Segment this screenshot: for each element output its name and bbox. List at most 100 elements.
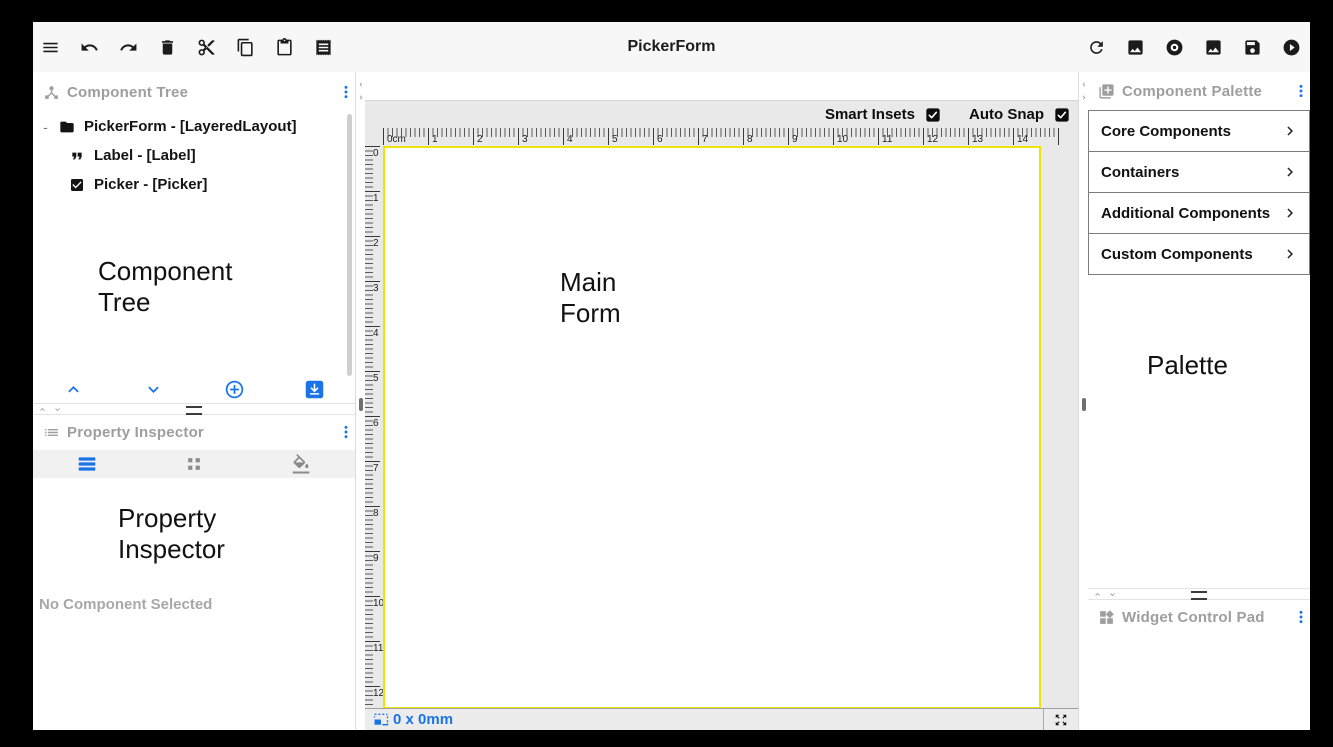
ruler-h-label: 9 [792,134,798,145]
splitter-grip[interactable] [359,398,363,411]
ruler-v-label: 9 [373,553,379,564]
smart-insets-checkbox[interactable] [925,107,941,123]
collapse-toggle[interactable]: - [41,119,50,135]
list-tab-icon[interactable] [77,454,97,474]
refresh-icon[interactable] [1087,38,1106,57]
palette-category-label: Containers [1089,164,1281,181]
fill-tab-icon[interactable] [291,454,311,474]
canvas-statusbar: 0 x 0mm [365,708,1078,730]
ruler-h-label: 8 [747,134,753,145]
size-select-icon [373,713,389,726]
ruler-h-label: 6 [657,134,663,145]
tree-item-label: Label - [Label] [94,147,196,164]
ruler-v-label: 4 [373,328,379,339]
component-tree-menu-dots-icon[interactable] [339,84,353,100]
palette-category-label: Custom Components [1089,246,1281,263]
palette-category-list: Core Components Containers Additional Co… [1088,110,1310,275]
ruler-v-label: 5 [373,373,379,384]
form-design-surface[interactable] [383,146,1041,709]
smart-insets-label: Smart Insets [825,106,915,123]
ruler-v-label: 8 [373,508,379,519]
redo-icon[interactable] [119,38,138,57]
chevron-right-icon [1281,122,1299,140]
tree-toolbar [33,377,355,401]
cut-icon[interactable] [197,38,216,57]
palette-category-label: Additional Components [1089,205,1281,222]
widgets-icon [1098,609,1115,626]
tree-row-picker[interactable]: Picker - [Picker] [33,170,349,199]
ruler-v-label: 7 [373,463,379,474]
palette-category-custom-components[interactable]: Custom Components [1088,233,1310,275]
ruler-h-label: 5 [612,134,618,145]
component-palette-menu-dots-icon[interactable] [1294,83,1308,99]
tree-scrollbar[interactable] [347,114,352,376]
folder-open-icon [59,119,75,135]
size-status-text: 0 x 0mm [393,711,453,728]
paste-icon[interactable] [275,38,294,57]
chevron-right-icon [1281,204,1299,222]
library-add-icon [1098,83,1115,100]
splitter-grip[interactable] [1082,398,1086,411]
expand-less-icon[interactable] [63,379,84,400]
palette-annotation: Palette [1147,350,1228,381]
left-panel: Component Tree - PickerForm - [LayeredLa… [33,72,355,730]
ruler-h-label: 0cm [387,134,406,145]
menu-icon[interactable] [41,38,60,57]
add-circle-icon[interactable] [224,379,245,400]
ruler-v-label: 0 [373,148,379,159]
ruler-h-label: 10 [837,134,848,145]
ruler-h-label: 11 [882,134,892,145]
ruler-v-label: 2 [373,238,379,249]
palette-category-containers[interactable]: Containers [1088,151,1310,193]
palette-category-core-components[interactable]: Core Components [1088,110,1310,152]
selection-size-status: 0 x 0mm [365,711,453,728]
ruler-h-label: 14 [1017,134,1028,145]
copy-icon[interactable] [236,38,255,57]
toolbar-left-group [41,22,333,72]
grid-tab-icon[interactable] [184,454,204,474]
import-icon[interactable] [304,379,325,400]
expand-more-icon[interactable] [143,379,164,400]
save-icon[interactable] [1243,38,1262,57]
palette-category-additional-components[interactable]: Additional Components [1088,192,1310,234]
horizontal-ruler: 0cm1234567891011121314 [383,128,1061,146]
component-palette-title: Component Palette [1122,83,1262,100]
fullscreen-icon[interactable] [1043,709,1078,730]
undo-icon[interactable] [80,38,99,57]
play-icon[interactable] [1282,38,1301,57]
auto-snap-checkbox[interactable] [1054,107,1070,123]
property-inspector-annotation: Property Inspector [118,503,225,565]
receipt-icon[interactable] [314,38,333,57]
image-icon[interactable] [1204,38,1223,57]
record-icon[interactable] [1165,38,1184,57]
component-tree-annotation: Component Tree [98,256,232,318]
ruler-v-label: 6 [373,418,379,429]
canvas-column: Smart Insets Auto Snap 0cm12345678910111… [365,72,1078,730]
quote-icon [69,148,85,164]
property-inspector-menu-dots-icon[interactable] [339,424,353,440]
list-icon [43,424,60,441]
ruler-v-label: 10 [373,598,383,609]
widget-control-pad-title: Widget Control Pad [1122,609,1265,626]
tree-item-label: PickerForm - [LayeredLayout] [84,118,297,135]
component-tree-list: - PickerForm - [LayeredLayout] Label - [… [33,112,349,199]
tree-row-label[interactable]: Label - [Label] [33,141,349,170]
checkbox-icon [69,177,85,193]
chevron-right-icon [1281,163,1299,181]
tree-item-label: Picker - [Picker] [94,176,207,193]
vertical-ruler: 0123456789101112 [365,146,383,709]
property-inspector-tabs [33,450,355,478]
ruler-v-label: 12 [373,688,383,699]
app-window: PickerForm Component Tree - PickerForm -… [33,22,1310,730]
ruler-v-label: 1 [373,193,379,204]
ruler-h-label: 2 [477,134,483,145]
ruler-h-label: 4 [567,134,573,145]
widget-control-pad-menu-dots-icon[interactable] [1294,609,1308,625]
device-hub-icon [43,84,60,101]
tree-row-pickerform[interactable]: - PickerForm - [LayeredLayout] [33,112,349,141]
auto-snap-label: Auto Snap [969,106,1044,123]
delete-icon[interactable] [158,38,177,57]
top-toolbar: PickerForm [33,22,1310,73]
property-inspector-header: Property Inspector [33,413,365,451]
image-icon[interactable] [1126,38,1145,57]
